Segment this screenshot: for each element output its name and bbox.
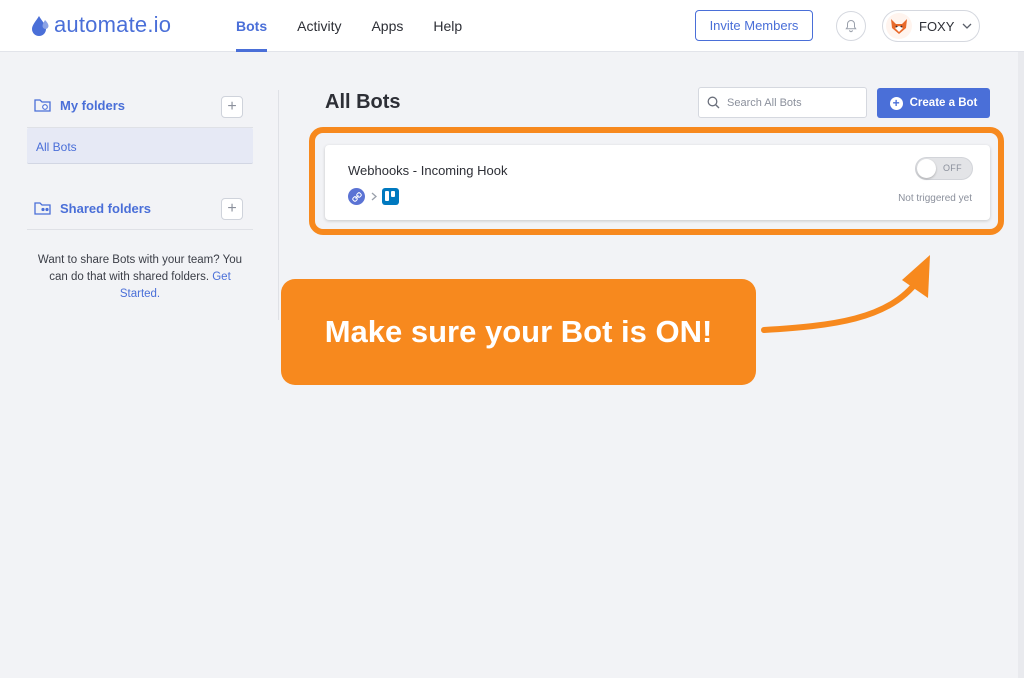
sidebar-divider <box>278 90 279 320</box>
plus-icon: + <box>227 200 237 217</box>
scrollbar[interactable] <box>1018 52 1024 678</box>
user-name: FOXY <box>919 18 955 34</box>
main-nav: Bots Activity Apps Help <box>236 0 492 52</box>
trello-icon <box>382 188 399 205</box>
bot-name: Webhooks - Incoming Hook <box>348 163 508 178</box>
add-folder-button[interactable]: + <box>221 96 243 118</box>
invite-members-button[interactable]: Invite Members <box>695 10 813 41</box>
plus-icon: + <box>227 98 237 115</box>
top-nav-bar: automate.io Bots Activity Apps Help Invi… <box>0 0 1024 52</box>
sidebar-item-all-bots[interactable]: All Bots <box>27 128 253 164</box>
nav-apps[interactable]: Apps <box>371 0 403 52</box>
callout-banner: Make sure your Bot is ON! <box>281 279 756 385</box>
logo[interactable]: automate.io <box>30 14 171 36</box>
fox-avatar-icon <box>891 19 907 34</box>
divider <box>27 229 253 230</box>
avatar <box>886 13 912 39</box>
shared-folders-label: Shared folders <box>60 201 152 216</box>
create-bot-button[interactable]: + Create a Bot <box>877 88 990 118</box>
page-title: All Bots <box>325 91 401 113</box>
my-folders-label: My folders <box>60 98 126 113</box>
logo-text: automate.io <box>54 12 172 37</box>
link-icon <box>351 191 362 202</box>
chevron-right-icon <box>371 192 377 201</box>
droplet-logo-icon <box>32 16 49 36</box>
notifications-button[interactable] <box>836 11 866 41</box>
user-menu[interactable]: FOXY <box>882 10 980 42</box>
search-icon <box>707 96 720 109</box>
search-box[interactable] <box>698 87 867 118</box>
nav-bots[interactable]: Bots <box>236 0 268 52</box>
plus-circle-icon: + <box>889 96 903 110</box>
toggle-knob <box>917 159 936 178</box>
nav-activity[interactable]: Activity <box>297 0 341 52</box>
toggle-label: OFF <box>943 163 962 173</box>
arrow-icon <box>761 255 930 333</box>
shared-folders-header[interactable]: Shared folders <box>34 201 151 216</box>
bot-card[interactable]: Webhooks - Incoming Hook OFF Not trigger… <box>325 145 990 220</box>
chevron-down-icon <box>962 23 972 29</box>
shared-folder-icon <box>34 202 51 215</box>
bot-toggle[interactable]: OFF <box>915 157 973 180</box>
callout-text: Make sure your Bot is ON! <box>324 314 713 349</box>
bell-icon <box>845 19 857 33</box>
nav-help[interactable]: Help <box>433 0 462 52</box>
bot-flow <box>348 188 399 205</box>
share-info-text: Want to share Bots with your team? You c… <box>30 252 250 303</box>
webhook-icon <box>348 188 365 205</box>
create-bot-label: Create a Bot <box>909 97 978 109</box>
search-input[interactable] <box>727 96 857 109</box>
my-folders-header[interactable]: My folders <box>34 98 125 113</box>
trigger-status: Not triggered yet <box>898 193 972 204</box>
add-shared-folder-button[interactable]: + <box>221 198 243 220</box>
folder-icon <box>34 99 51 112</box>
